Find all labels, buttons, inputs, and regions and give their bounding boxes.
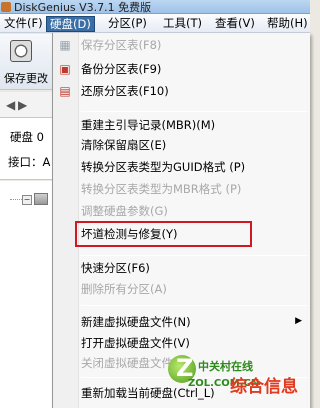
nav-back-icon[interactable]: ◀ bbox=[6, 98, 15, 112]
menu-view[interactable]: 查看(V) bbox=[212, 16, 258, 32]
menu-convert-to-guid[interactable]: 转换分区表类型为GUID格式 (P) bbox=[81, 157, 245, 177]
menu-file[interactable]: 文件(F) bbox=[1, 16, 46, 32]
menu-delete-all-partitions[interactable]: 删除所有分区(A) bbox=[81, 279, 167, 299]
menu-separator bbox=[81, 111, 307, 112]
save-changes-label[interactable]: 保存更改 bbox=[4, 70, 48, 86]
menu-save-partition-table[interactable]: 保存分区表(F8) bbox=[81, 35, 161, 55]
menu-rebuild-mbr[interactable]: 重建主引导记录(MBR)(M) bbox=[81, 115, 215, 135]
disk-label: 硬盘 0 bbox=[10, 130, 44, 144]
disk-info-panel bbox=[0, 118, 52, 180]
interface-label: 接口：A bbox=[8, 155, 51, 169]
menu-adjust-disk-params[interactable]: 调整硬盘参数(G) bbox=[81, 201, 168, 221]
nav-forward-icon[interactable]: ▶ bbox=[18, 98, 27, 112]
window-title: DiskGenius V3.7.1 免费版 bbox=[14, 1, 152, 14]
disk-menu-dropdown: ▦ 保存分区表(F8) ▣ 备份分区表(F9) ▤ 还原分区表(F10) 重建主… bbox=[52, 33, 310, 408]
menu-restore-partition-table[interactable]: 还原分区表(F10) bbox=[81, 81, 169, 101]
menu-bar: 文件(F) 硬盘(D) 分区(P) 工具(T) 查看(V) 帮助(H) bbox=[0, 14, 310, 33]
submenu-arrow-icon: ▶ bbox=[295, 316, 302, 326]
menu-partition[interactable]: 分区(P) bbox=[105, 16, 150, 32]
disk-tree-pane bbox=[0, 181, 52, 408]
disk-save-icon[interactable] bbox=[10, 40, 32, 62]
menu-clear-reserved-sectors[interactable]: 清除保留扇区(E) bbox=[81, 135, 166, 155]
menu-convert-to-mbr[interactable]: 转换分区表类型为MBR格式 (P) bbox=[81, 179, 241, 199]
highlight-box bbox=[75, 221, 252, 247]
menu-separator bbox=[81, 305, 307, 306]
menu-tools[interactable]: 工具(T) bbox=[160, 16, 205, 32]
tree-connector bbox=[10, 199, 22, 200]
menu-open-virtual-disk[interactable]: 打开虚拟硬盘文件(V) bbox=[81, 333, 190, 353]
hard-drive-icon[interactable] bbox=[34, 193, 48, 205]
menu-disk[interactable]: 硬盘(D) bbox=[46, 16, 95, 32]
title-bar: DiskGenius V3.7.1 免费版 bbox=[0, 0, 310, 14]
watermark-line3: 综合信息 bbox=[230, 377, 298, 397]
menu-backup-partition-table[interactable]: 备份分区表(F9) bbox=[81, 59, 161, 79]
save-partition-icon: ▦ bbox=[59, 38, 71, 52]
restore-partition-icon: ▤ bbox=[59, 84, 71, 98]
backup-partition-icon: ▣ bbox=[59, 62, 71, 76]
menu-separator bbox=[81, 255, 307, 256]
menu-quick-partition[interactable]: 快速分区(F6) bbox=[81, 258, 150, 278]
tree-expand-icon[interactable]: − bbox=[22, 195, 32, 205]
menu-new-virtual-disk[interactable]: 新建虚拟硬盘文件(N) bbox=[81, 312, 191, 332]
menu-help[interactable]: 帮助(H) bbox=[264, 16, 311, 32]
app-icon bbox=[1, 2, 11, 12]
